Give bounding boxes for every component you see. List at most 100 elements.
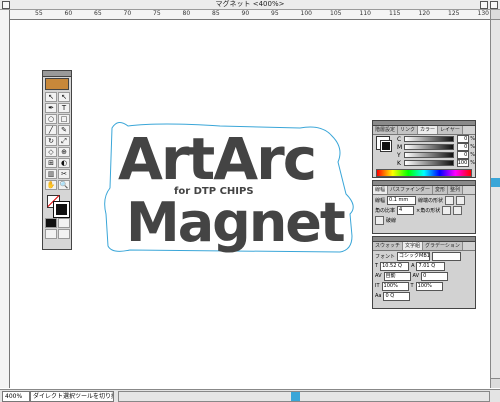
color-spectrum-bar[interactable] <box>376 169 472 177</box>
tool-button-8-icon[interactable]: ↻ <box>45 136 57 146</box>
font-row: フォント ゴシックMB101 <box>373 251 475 261</box>
horizontal-ruler[interactable]: 55 60 65 70 75 80 85 90 95 100 105 110 115 120 125 130 <box>9 10 490 20</box>
window-title: マグネット <400%> <box>212 0 288 8</box>
butt-cap-button[interactable] <box>445 195 455 205</box>
tracking-icon: AV <box>412 273 420 279</box>
tab-gradient[interactable]: グラデーション <box>423 242 463 250</box>
ruler-tick-label: 100 <box>300 10 312 17</box>
tab-align[interactable]: 整列 <box>448 186 464 194</box>
screen-mode-button[interactable] <box>45 229 57 239</box>
dash-checkbox[interactable] <box>375 215 384 225</box>
tool-button-15-icon[interactable]: ✂ <box>58 169 70 179</box>
tool-button-5-icon[interactable]: □ <box>58 114 70 124</box>
character-palette-tabs: スウォッチ 文字組 グラデーション <box>373 242 475 251</box>
artwork-line1: ArtArc <box>118 125 317 193</box>
ruler-tick-label: 70 <box>123 10 132 17</box>
channel-y-slider[interactable] <box>403 152 454 158</box>
dash-row: 破線 <box>373 215 475 225</box>
tool-button-6-icon[interactable]: ╱ <box>45 125 57 135</box>
channel-m-input[interactable]: 0 <box>456 143 470 151</box>
horizontal-scale-input[interactable]: 100% <box>415 281 443 291</box>
tab-transform[interactable]: 変形 <box>433 186 449 194</box>
ruler-tick-label: 115 <box>389 10 401 17</box>
tool-button-10-icon[interactable]: ◇ <box>45 147 57 157</box>
miter-row: 角の比率 4 ×角の形状 <box>373 205 475 215</box>
zoom-level-field[interactable]: 400% <box>2 391 30 402</box>
tab-color[interactable]: カラー <box>418 126 439 134</box>
kerning-icon: AV <box>375 273 382 279</box>
color-palette-tabs: 階層設定 リンク カラー レイヤー <box>373 126 475 135</box>
round-cap-button[interactable] <box>456 195 466 205</box>
tool-button-0-icon[interactable]: ↖ <box>45 92 57 102</box>
tool-button-13-icon[interactable]: ◐ <box>58 158 70 168</box>
toolbox-palette: ↖ ↖ ✒ T ○ □ ╱ ✎ ↻ ⤢ ◇ ⊕ ⊞ ◐ ▥ ✂ ✋ 🔍 <box>42 70 72 250</box>
tab-stroke[interactable]: 線幅 <box>373 186 389 194</box>
tracking-input[interactable]: 0 <box>421 271 449 281</box>
app-logo-icon[interactable] <box>45 78 69 90</box>
tab-hierarchy[interactable]: 階層設定 <box>373 126 399 134</box>
tab-pathfinder[interactable]: パスファインダー <box>388 186 434 194</box>
tab-layers[interactable]: レイヤー <box>438 126 463 134</box>
tool-button-11-icon[interactable]: ⊕ <box>58 147 70 157</box>
tool-grid: ↖ ↖ ✒ T ○ □ ╱ ✎ ↻ ⤢ ◇ ⊕ ⊞ ◐ ▥ ✂ ✋ 🔍 <box>43 91 71 191</box>
channel-k-input[interactable]: 100 <box>456 159 470 167</box>
horizontal-scroll-thumb[interactable] <box>291 392 300 401</box>
scroll-up-arrow-icon[interactable] <box>491 10 500 20</box>
tool-button-17-icon[interactable]: 🔍 <box>58 180 70 190</box>
tool-button-1-icon[interactable]: ↖ <box>58 92 70 102</box>
baseline-shift-input[interactable]: 0 Q <box>383 291 411 301</box>
fullscreen-mode-button[interactable] <box>58 229 70 239</box>
miter-limit-input[interactable]: 4 <box>397 205 415 215</box>
stroke-weight-input[interactable]: 0.1 mm <box>387 195 417 205</box>
channel-c-input[interactable]: 0 <box>456 135 470 143</box>
tool-button-16-icon[interactable]: ✋ <box>45 180 57 190</box>
font-family-select[interactable]: ゴシックMB101 <box>397 251 431 261</box>
color-palette: 階層設定 リンク カラー レイヤー C 0% M 0% Y 0% K 100% <box>372 120 476 178</box>
tab-swatches[interactable]: スウォッチ <box>373 242 404 250</box>
color-mode-button[interactable] <box>45 218 57 228</box>
font-style-select[interactable] <box>432 251 462 261</box>
round-join-button[interactable] <box>453 205 463 215</box>
kerning-select[interactable]: 自動 <box>383 271 411 281</box>
tool-button-12-icon[interactable]: ⊞ <box>45 158 57 168</box>
font-size-input[interactable]: 10.52 Q <box>380 261 410 271</box>
fill-stroke-swatches[interactable] <box>45 193 70 218</box>
none-mode-button[interactable] <box>58 218 70 228</box>
channel-k-slider[interactable] <box>403 160 454 166</box>
size-row: T 10.52 Q A 7.01 Q <box>373 261 475 271</box>
vertical-scale-icon: IT <box>375 283 380 289</box>
stroke-palette-tabs: 線幅 パスファインダー 変形 整列 <box>373 186 475 195</box>
vertical-scrollbar[interactable] <box>490 10 500 388</box>
scroll-down-arrow-icon[interactable] <box>491 378 500 388</box>
leading-input[interactable]: 7.01 Q <box>416 261 446 271</box>
vertical-scale-input[interactable]: 100% <box>381 281 409 291</box>
tab-character[interactable]: 文字組 <box>403 242 424 250</box>
ruler-tick-label: 95 <box>271 10 279 17</box>
magnet-artwork[interactable]: ArtArc for DTP CHIPS Magnet <box>100 118 360 256</box>
status-tool-menu[interactable]: ダイレクト選択ツールを切り換え <box>30 391 114 402</box>
zoom-box-icon[interactable] <box>480 1 488 9</box>
tool-button-2-icon[interactable]: ✒ <box>45 103 57 113</box>
tab-links[interactable]: リンク <box>398 126 419 134</box>
toolbox-drag-bar[interactable] <box>43 71 71 77</box>
tool-button-3-icon[interactable]: T <box>58 103 70 113</box>
miter-join-button[interactable] <box>442 205 452 215</box>
baseline-row: Aa 0 Q <box>373 291 475 301</box>
title-bar: マグネット <400%> <box>0 0 500 10</box>
tool-button-14-icon[interactable]: ▥ <box>45 169 57 179</box>
tool-button-9-icon[interactable]: ⤢ <box>58 136 70 146</box>
channel-y-input[interactable]: 0 <box>456 151 470 159</box>
horizontal-scrollbar[interactable] <box>118 391 490 402</box>
font-size-icon: T <box>375 263 379 269</box>
color-stroke-swatch-icon[interactable] <box>380 140 392 152</box>
vertical-ruler[interactable] <box>0 10 10 388</box>
tool-button-7-icon[interactable]: ✎ <box>58 125 70 135</box>
channel-c-slider[interactable] <box>403 136 454 142</box>
collapse-box-icon[interactable] <box>490 1 498 9</box>
ruler-tick-label: 120 <box>418 10 430 17</box>
stroke-swatch-icon[interactable] <box>53 201 70 218</box>
vertical-scroll-thumb[interactable] <box>491 178 500 187</box>
tool-button-4-icon[interactable]: ○ <box>45 114 57 124</box>
ruler-tick-label: 55 <box>35 10 43 17</box>
channel-m-slider[interactable] <box>403 144 454 150</box>
